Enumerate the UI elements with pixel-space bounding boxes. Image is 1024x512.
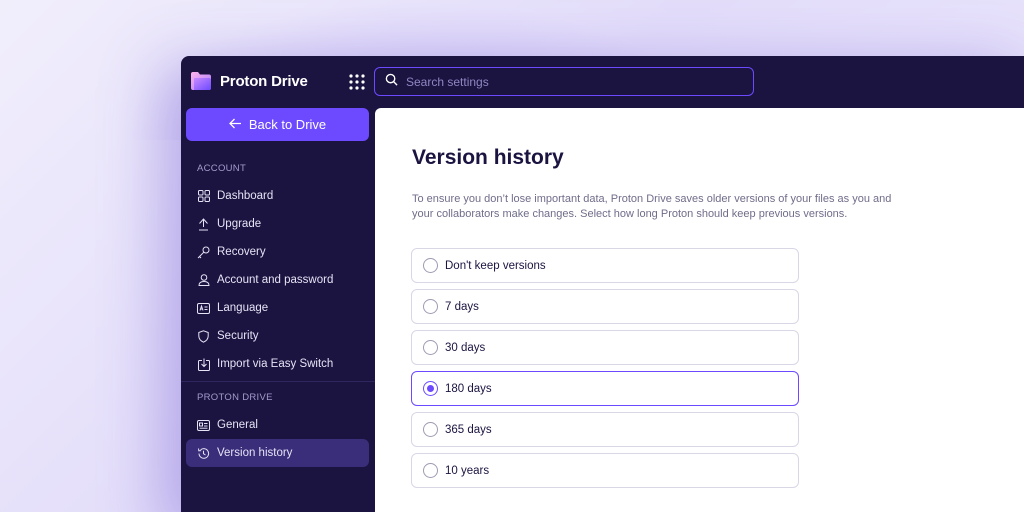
option-10-years[interactable]: 10 years xyxy=(411,453,799,488)
sidebar-item-import-via-easy-switch[interactable]: Import via Easy Switch xyxy=(186,350,369,378)
radio-button[interactable] xyxy=(423,258,438,273)
language-icon xyxy=(197,302,210,315)
page-title: Version history xyxy=(412,146,564,169)
sidebar-item-recovery[interactable]: Recovery xyxy=(186,238,369,266)
app-logo[interactable]: Proton Drive xyxy=(190,71,308,91)
radio-button[interactable] xyxy=(423,463,438,478)
option-label: 365 days xyxy=(445,423,492,436)
option-label: 180 days xyxy=(445,382,492,395)
app-name: Proton Drive xyxy=(220,72,308,90)
section-title-proton-drive: PROTON DRIVE xyxy=(197,392,273,403)
back-to-drive-button[interactable]: Back to Drive xyxy=(186,108,369,141)
sidebar-item-label: Dashboard xyxy=(217,190,274,202)
sidebar-item-general[interactable]: General xyxy=(186,411,369,439)
radio-dot xyxy=(427,385,434,392)
option-label: 30 days xyxy=(445,341,486,354)
sidebar-item-version-history[interactable]: Version history xyxy=(186,439,369,467)
sidebar-item-label: Language xyxy=(217,302,269,314)
sidebar-item-label: Recovery xyxy=(217,246,266,258)
radio-button[interactable] xyxy=(423,381,438,396)
option-180-days[interactable]: 180 days xyxy=(411,371,799,406)
option-365-days[interactable]: 365 days xyxy=(411,412,799,447)
upgrade-icon xyxy=(197,217,210,231)
main-content: Version history To ensure you don’t lose… xyxy=(375,108,1024,512)
key-icon xyxy=(197,246,210,259)
arrow-left-icon xyxy=(228,117,249,132)
history-icon xyxy=(197,447,210,460)
option-dont-keep-versions[interactable]: Don't keep versions xyxy=(411,248,799,283)
sidebar-item-language[interactable]: Language xyxy=(186,294,369,322)
app-window: Proton Drive Back to xyxy=(181,56,1024,512)
sidebar-item-label: Import via Easy Switch xyxy=(217,358,334,370)
dashboard-icon xyxy=(197,190,210,203)
sidebar-item-dashboard[interactable]: Dashboard xyxy=(186,182,369,210)
id-card-icon xyxy=(197,419,210,432)
shield-icon xyxy=(197,329,210,343)
sidebar-item-label: Account and password xyxy=(217,274,334,286)
sidebar-item-label: Upgrade xyxy=(217,218,262,230)
top-bar: Proton Drive xyxy=(181,56,1024,108)
search-icon xyxy=(385,73,398,91)
sidebar-item-upgrade[interactable]: Upgrade xyxy=(186,210,369,238)
sidebar-item-security[interactable]: Security xyxy=(186,322,369,350)
sidebar-item-label: Security xyxy=(217,330,259,342)
sidebar-item-label: General xyxy=(217,419,258,431)
section-title-account: ACCOUNT xyxy=(197,163,247,174)
option-label: 10 years xyxy=(445,464,490,477)
radio-button[interactable] xyxy=(423,340,438,355)
sidebar-item-label: Version history xyxy=(217,447,293,459)
search-input[interactable] xyxy=(406,74,726,89)
user-icon xyxy=(197,274,210,287)
sidebar-divider xyxy=(181,381,375,382)
option-7-days[interactable]: 7 days xyxy=(411,289,799,324)
option-30-days[interactable]: 30 days xyxy=(411,330,799,365)
option-label: Don't keep versions xyxy=(445,259,546,272)
sidebar: Back to Drive ACCOUNT Dashboard Upgrade … xyxy=(181,108,375,512)
radio-button[interactable] xyxy=(423,299,438,314)
radio-button[interactable] xyxy=(423,422,438,437)
back-to-drive-label: Back to Drive xyxy=(248,117,327,132)
page-description: To ensure you don’t lose important data,… xyxy=(412,193,892,220)
app-grid-icon[interactable] xyxy=(347,72,367,92)
sidebar-item-account-and-password[interactable]: Account and password xyxy=(186,266,369,294)
import-icon xyxy=(197,358,210,371)
option-label: 7 days xyxy=(445,300,479,313)
search-box xyxy=(374,67,754,96)
proton-drive-logo-icon xyxy=(190,71,212,91)
